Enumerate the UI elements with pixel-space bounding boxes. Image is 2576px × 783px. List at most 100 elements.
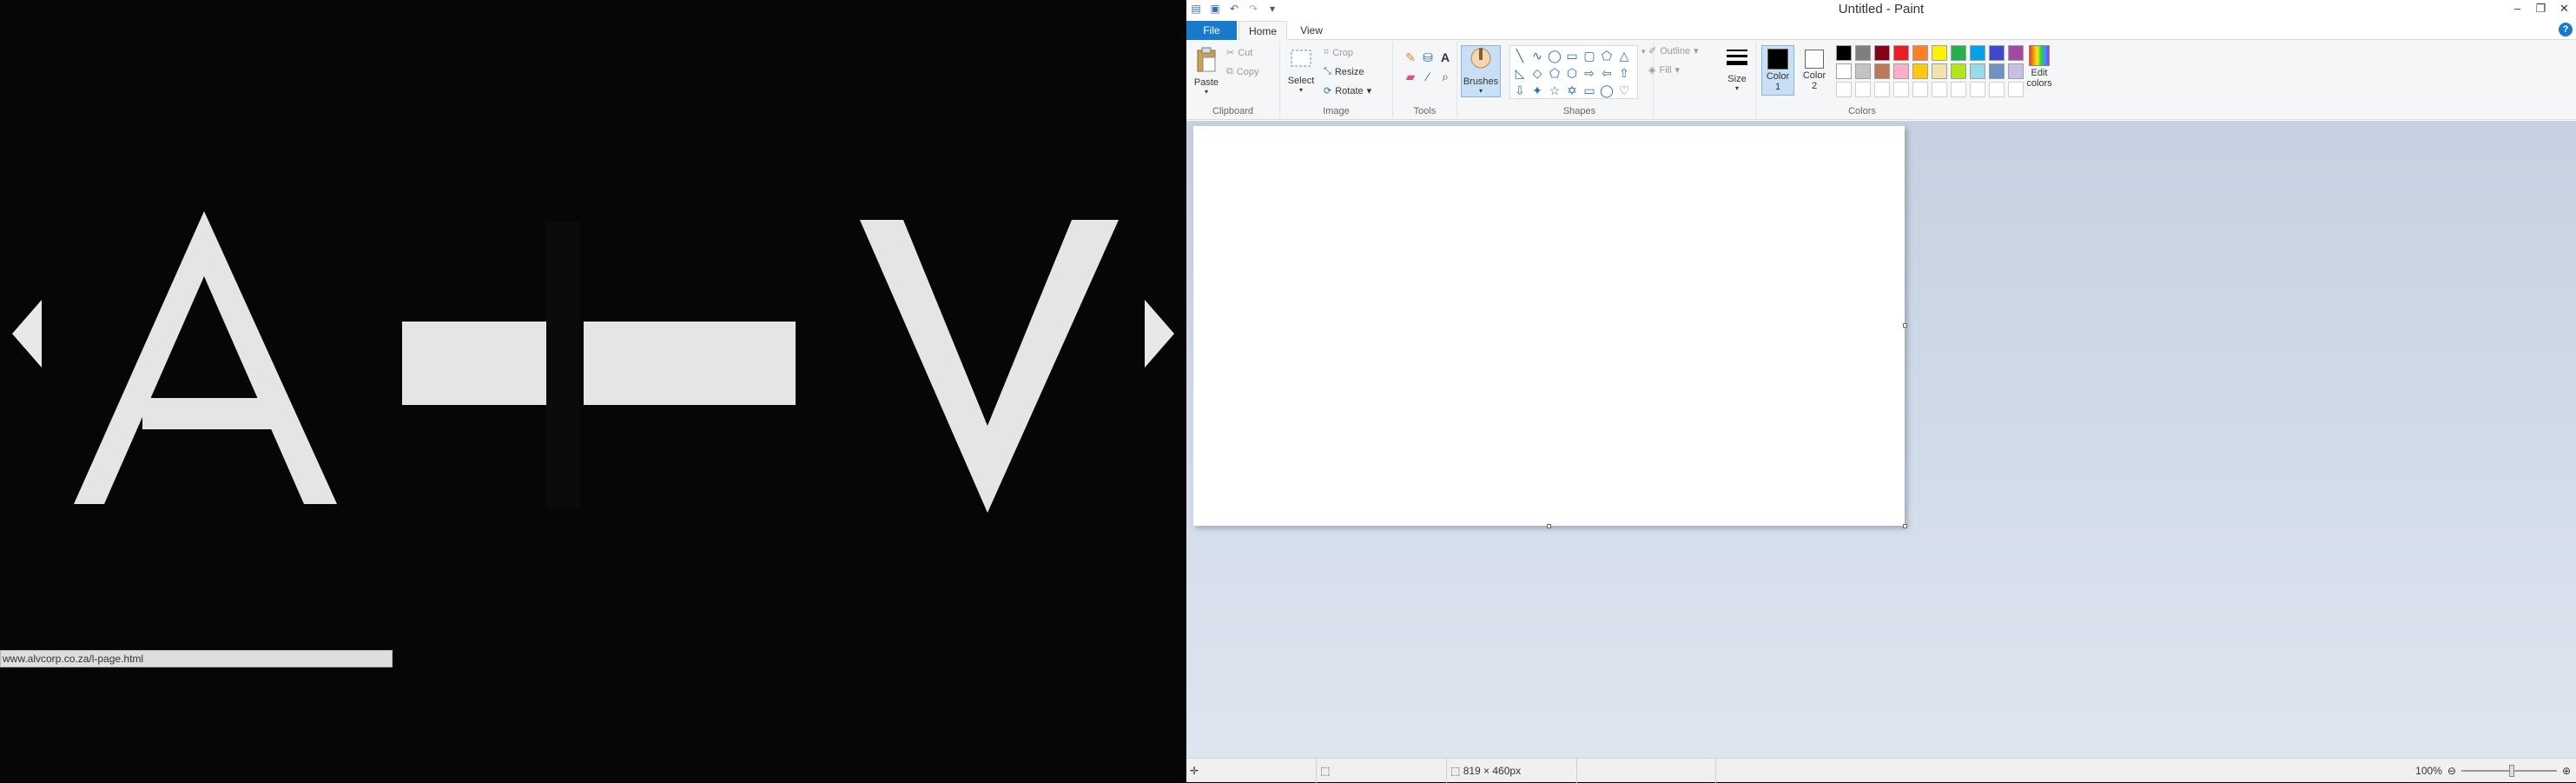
arrow-right-shape-icon[interactable]: ⇨ [1582,65,1597,81]
zoom-slider[interactable] [2460,765,2557,777]
tab-home[interactable]: Home [1238,21,1287,40]
fill-button[interactable]: ◈ Fill ▾ [1648,64,1680,76]
line-shape-icon[interactable]: ╲ [1512,48,1528,63]
palette-swatch[interactable] [1970,63,1985,79]
diamond-shape-icon[interactable]: ◇ [1529,65,1545,81]
fill-bucket-icon[interactable]: ⛁ [1421,50,1435,64]
custom-color-slot[interactable] [1932,82,1947,97]
palette-swatch[interactable] [1951,63,1966,79]
palette-swatch[interactable] [1874,45,1890,61]
resize-handle-right[interactable] [1903,323,1907,328]
zoom-in-icon[interactable]: ⊕ [2562,765,2571,777]
resize-handle-corner[interactable] [1903,524,1907,528]
zoom-level: 100% [2415,765,2442,777]
six-point-star-shape-icon[interactable]: ✡ [1564,83,1580,98]
image-label: Image [1323,106,1350,116]
ribbon: Paste ▾ ✂ Cut ⧉ Copy Clipboard Select ▾ ⌗ C… [1186,40,2576,120]
copy-button[interactable]: ⧉ Copy [1226,66,1259,77]
resize-button[interactable]: ⤡ Resize [1324,66,1364,77]
outline-label: Outline [1660,45,1691,56]
tools-label: Tools [1413,106,1437,116]
palette-swatch[interactable] [1932,45,1947,61]
pencil-icon[interactable]: ✎ [1404,50,1417,64]
shapes-scroll-icon[interactable]: ▾ [1641,47,1646,56]
crop-button[interactable]: ⌗ Crop [1324,47,1353,58]
cut-button[interactable]: ✂ Cut [1226,47,1252,59]
arrow-up-shape-icon[interactable]: ⇧ [1616,65,1632,81]
magnifier-icon[interactable]: ⌕ [1438,70,1452,83]
rotate-button[interactable]: ⟳ Rotate ▾ [1324,85,1371,97]
color2-button[interactable]: Color 2 [1798,45,1831,96]
five-point-star-shape-icon[interactable]: ☆ [1547,83,1562,98]
palette-swatch[interactable] [1912,63,1928,79]
palette-swatch[interactable] [1874,63,1890,79]
rotate-label: Rotate [1335,85,1364,96]
tab-view[interactable]: View [1291,21,1332,40]
polygon-shape-icon[interactable]: ⬠ [1599,48,1615,63]
canvas-workspace [1186,121,2576,758]
text-tool-icon[interactable]: A [1438,50,1452,64]
custom-color-slot[interactable] [1855,82,1871,97]
custom-color-slot[interactable] [1912,82,1928,97]
zoom-slider-thumb[interactable] [2508,765,2514,777]
size-button[interactable]: Size ▾ [1721,47,1753,92]
paste-button[interactable]: Paste ▾ [1192,47,1221,96]
palette-swatch[interactable] [1970,45,1985,61]
custom-color-slot[interactable] [1989,82,2005,97]
pentagon-shape-icon[interactable]: ⬠ [1547,65,1562,81]
palette-swatch[interactable] [1855,63,1871,79]
arrow-down-shape-icon[interactable]: ⇩ [1512,83,1528,98]
palette-swatch[interactable] [1836,63,1852,79]
palette-swatch[interactable] [1989,63,2005,79]
palette-swatch[interactable] [1855,45,1871,61]
image-size-cell: ⬚ 819 × 460px [1447,759,1577,783]
triangle-shape-icon[interactable]: △ [1616,48,1632,63]
palette-swatch[interactable] [1932,63,1947,79]
size-group: Size ▾ [1718,42,1756,118]
custom-color-slot[interactable] [1970,82,1985,97]
palette-swatch[interactable] [1989,45,2005,61]
custom-color-slot[interactable] [1951,82,1966,97]
clipboard-label: Clipboard [1212,106,1254,116]
right-triangle-shape-icon[interactable]: ◺ [1512,65,1528,81]
paste-icon [1197,47,1216,72]
rounded-rectangle-shape-icon[interactable]: ▢ [1582,48,1597,63]
edit-colors-button[interactable]: Edit colors [2022,45,2057,89]
palette-swatch[interactable] [1836,45,1852,61]
image-group: Select ▾ ⌗ Crop ⤡ Resize ⟳ Rotate ▾ Image [1280,42,1393,118]
palette-swatch[interactable] [1912,45,1928,61]
heart-shape-icon[interactable]: ♡ [1616,83,1632,98]
drawing-canvas[interactable] [1193,126,1907,528]
color1-button[interactable]: Color 1 [1761,45,1794,96]
outline-button[interactable]: ✐ Outline ▾ [1648,45,1699,57]
four-point-star-shape-icon[interactable]: ✦ [1529,83,1545,98]
tab-file[interactable]: File [1186,21,1237,40]
minimize-button[interactable]: – [2506,0,2529,17]
close-button[interactable]: ✕ [2553,0,2576,17]
paint-window: ▤ ▣ ↶ ↷ ▾ Untitled - Paint – ❐ ✕ File Ho… [1186,0,2576,783]
arrow-left-shape-icon[interactable]: ⇦ [1599,65,1615,81]
select-button[interactable]: Select ▾ [1285,47,1317,94]
hexagon-shape-icon[interactable]: ⬡ [1564,65,1580,81]
resize-handle-bottom[interactable] [1547,524,1551,528]
color-picker-icon[interactable]: ⁄ [1421,70,1435,83]
callout-rect-shape-icon[interactable]: ▭ [1582,83,1597,98]
rotate-icon: ⟳ [1324,86,1332,96]
custom-color-slot[interactable] [1874,82,1890,97]
size-icon [1727,50,1747,65]
zoom-out-icon[interactable]: ⊖ [2447,765,2456,777]
custom-color-slot[interactable] [1893,82,1909,97]
palette-swatch[interactable] [1893,45,1909,61]
palette-swatch[interactable] [1951,45,1966,61]
curve-shape-icon[interactable]: ∿ [1529,48,1545,63]
brushes-button[interactable]: Brushes ▾ [1461,45,1501,97]
selection-size-cell: ⬚ [1317,759,1447,783]
palette-swatch[interactable] [1893,63,1909,79]
restore-button[interactable]: ❐ [2529,0,2553,17]
rectangle-shape-icon[interactable]: ▭ [1564,48,1580,63]
custom-color-slot[interactable] [1836,82,1852,97]
help-icon[interactable]: ? [2559,23,2573,36]
oval-shape-icon[interactable]: ◯ [1547,48,1562,63]
callout-oval-shape-icon[interactable]: ◯ [1599,83,1615,98]
eraser-icon[interactable]: ▰ [1404,70,1417,83]
